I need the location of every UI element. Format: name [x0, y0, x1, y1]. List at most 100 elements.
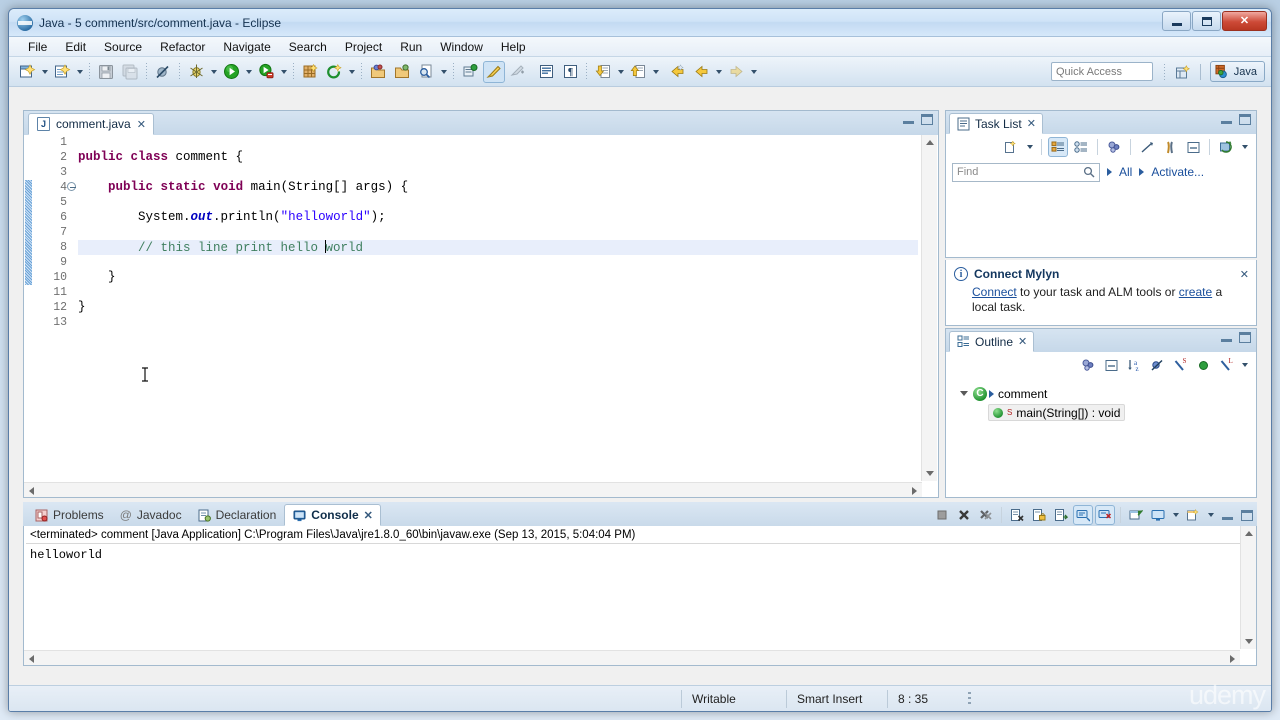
task-find-input[interactable]: Find — [952, 162, 1100, 182]
search-icon[interactable] — [415, 61, 437, 83]
scroll-left-icon[interactable] — [24, 483, 39, 498]
editor-horizontal-scrollbar[interactable] — [24, 482, 922, 497]
menu-file[interactable]: File — [19, 38, 56, 56]
back-icon[interactable] — [690, 61, 712, 83]
back-dropdown-icon[interactable] — [713, 61, 724, 83]
tab-console[interactable]: Console ✕ — [284, 504, 381, 526]
previous-annotation-dropdown-icon[interactable] — [650, 61, 661, 83]
mylyn-create-link[interactable]: create — [1179, 285, 1212, 299]
new-java-project-icon[interactable] — [299, 61, 321, 83]
task-activate-link[interactable]: Activate... — [1151, 165, 1204, 179]
show-console-on-output-icon[interactable] — [1073, 505, 1093, 525]
menu-edit[interactable]: Edit — [56, 38, 95, 56]
minimize-icon[interactable] — [1221, 121, 1232, 124]
hide-non-public-icon[interactable] — [1193, 355, 1213, 375]
code-line-2[interactable]: public class comment { — [78, 150, 918, 165]
collapse-all-icon[interactable] — [1101, 355, 1121, 375]
minimize-task-icon[interactable] — [1183, 137, 1203, 157]
scroll-up-icon[interactable] — [1241, 526, 1256, 541]
editor-tab-comment-java[interactable]: J comment.java ✕ — [28, 113, 154, 135]
outline-method-selection[interactable]: S main(String[]) : void — [988, 404, 1126, 421]
collapse-all-icon[interactable] — [1137, 137, 1157, 157]
code-line-1[interactable] — [78, 135, 918, 150]
minimize-button[interactable] — [1162, 11, 1191, 31]
close-icon[interactable]: ✕ — [1018, 335, 1027, 348]
last-edit-location-icon[interactable] — [666, 61, 688, 83]
remove-launch-icon[interactable] — [954, 505, 974, 525]
code-line-6[interactable]: System.out.println("helloworld"); — [78, 210, 918, 225]
forward-dropdown-icon[interactable] — [748, 61, 759, 83]
pin-console-icon[interactable] — [1126, 505, 1146, 525]
focus-active-task-icon[interactable] — [459, 61, 481, 83]
new-wizard-dropdown-icon[interactable] — [39, 61, 50, 83]
next-annotation-dropdown-icon[interactable] — [615, 61, 626, 83]
fold-marker-line-4[interactable] — [67, 182, 78, 193]
menu-navigate[interactable]: Navigate — [214, 38, 279, 56]
code-line-3[interactable] — [78, 165, 918, 180]
tab-task-list[interactable]: Task List ✕ — [949, 113, 1043, 134]
clear-console-icon[interactable] — [1007, 505, 1027, 525]
open-perspective-icon[interactable] — [1173, 63, 1193, 82]
status-resize-handle[interactable] — [968, 691, 971, 706]
close-icon[interactable]: ✕ — [1027, 117, 1036, 130]
show-console-on-error-icon[interactable] — [1095, 505, 1115, 525]
task-filter-all[interactable]: All — [1119, 165, 1132, 179]
code-line-12[interactable]: } — [78, 300, 918, 315]
filter-icon[interactable] — [1160, 137, 1180, 157]
minimize-icon[interactable] — [1222, 516, 1233, 520]
expand-arrow-icon[interactable] — [960, 391, 968, 396]
run-dropdown-icon[interactable] — [243, 61, 254, 83]
close-icon[interactable]: ✕ — [1240, 268, 1249, 281]
maximize-icon[interactable] — [1241, 509, 1253, 521]
open-console-icon[interactable] — [1183, 505, 1203, 525]
skip-all-breakpoints-icon[interactable] — [152, 61, 174, 83]
sort-alphabetically-icon[interactable]: a z — [1124, 355, 1144, 375]
remove-all-terminated-icon[interactable] — [976, 505, 996, 525]
synchronize-icon[interactable] — [1216, 137, 1236, 157]
new-wizard-icon[interactable] — [16, 61, 38, 83]
toggle-block-selection-icon[interactable] — [535, 61, 557, 83]
maximize-icon[interactable] — [1239, 332, 1251, 343]
menu-source[interactable]: Source — [95, 38, 151, 56]
debug-dropdown-icon[interactable] — [208, 61, 219, 83]
scroll-lock-icon[interactable] — [1029, 505, 1049, 525]
menu-help[interactable]: Help — [492, 38, 535, 56]
menu-project[interactable]: Project — [336, 38, 391, 56]
focus-on-active-task-icon[interactable] — [1078, 355, 1098, 375]
new-annotation-dropdown-icon[interactable] — [346, 61, 357, 83]
new-java-class-icon[interactable] — [51, 61, 73, 83]
tab-declaration[interactable]: Declaration — [190, 504, 285, 526]
view-menu-icon[interactable] — [1239, 136, 1250, 158]
run-external-dropdown-icon[interactable] — [278, 61, 289, 83]
code-line-5[interactable] — [78, 195, 918, 210]
display-console-dropdown-icon[interactable] — [1170, 504, 1181, 526]
maximize-icon[interactable] — [1239, 114, 1251, 125]
tab-problems[interactable]: Problems — [27, 504, 112, 526]
tab-outline[interactable]: Outline ✕ — [949, 331, 1035, 352]
open-type-icon[interactable] — [367, 61, 389, 83]
show-whitespace-icon[interactable]: ¶ — [559, 61, 581, 83]
new-java-class-dropdown-icon[interactable] — [74, 61, 85, 83]
new-annotation-icon[interactable] — [323, 61, 345, 83]
close-button[interactable]: ✕ — [1222, 11, 1267, 31]
hide-static-members-icon[interactable]: S — [1170, 355, 1190, 375]
code-line-7[interactable] — [78, 225, 918, 240]
outline-tree[interactable]: C comment S main(String[]) : void — [946, 378, 1256, 422]
code-line-11[interactable] — [78, 285, 918, 300]
tab-javadoc[interactable]: @ Javadoc — [112, 504, 190, 526]
menu-window[interactable]: Window — [431, 38, 492, 56]
open-task-icon[interactable] — [391, 61, 413, 83]
code-line-13[interactable] — [78, 315, 918, 330]
console-horizontal-scrollbar[interactable] — [24, 650, 1240, 665]
console-output-area[interactable]: <terminated> comment [Java Application] … — [23, 526, 1257, 666]
search-dropdown-icon[interactable] — [438, 61, 449, 83]
maximize-icon[interactable] — [921, 114, 933, 125]
code-line-8[interactable]: // this line print hello world — [78, 240, 918, 255]
scroll-left-icon[interactable] — [24, 651, 39, 666]
open-console-dropdown-icon[interactable] — [1205, 504, 1216, 526]
hide-fields-icon[interactable] — [1147, 355, 1167, 375]
maximize-button[interactable] — [1192, 11, 1221, 31]
save-icon[interactable] — [95, 61, 117, 83]
close-icon[interactable]: ✕ — [364, 509, 373, 522]
quick-access-input[interactable]: Quick Access — [1051, 62, 1153, 81]
